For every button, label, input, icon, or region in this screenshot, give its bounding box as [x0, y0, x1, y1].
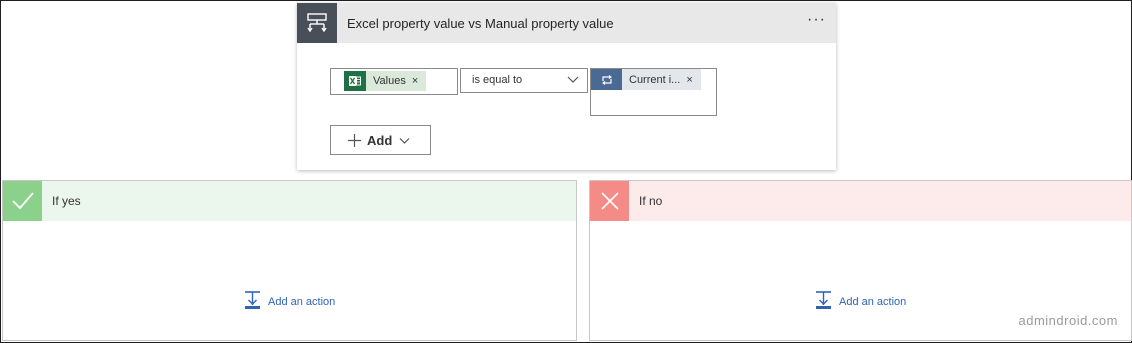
watermark: admindroid.com	[1018, 313, 1118, 328]
values-token-label: Values	[373, 75, 406, 87]
add-condition-button[interactable]: Add	[330, 125, 431, 155]
excel-icon	[344, 71, 366, 91]
more-options-button[interactable]: ···	[807, 11, 826, 29]
condition-row: Values × is equal to Current i... ×	[330, 68, 720, 128]
remove-current-item-token-button[interactable]: ×	[686, 74, 700, 86]
values-token[interactable]: Values ×	[344, 71, 427, 91]
condition-header[interactable]: Excel property value vs Manual property …	[297, 3, 836, 43]
left-operand-field[interactable]: Values ×	[330, 68, 458, 95]
remove-values-token-button[interactable]: ×	[412, 75, 426, 87]
if-yes-branch: If yes Add an action	[2, 180, 577, 341]
if-yes-header[interactable]: If yes	[3, 181, 576, 221]
operator-selected-value: is equal to	[472, 74, 523, 86]
right-operand-field[interactable]: Current i... ×	[590, 68, 717, 116]
condition-title: Excel property value vs Manual property …	[347, 15, 614, 31]
chevron-down-icon	[567, 73, 579, 88]
add-condition-label: Add	[367, 132, 393, 148]
checkmark-icon	[3, 181, 42, 221]
current-item-token-label: Current i...	[629, 73, 681, 86]
chevron-down-icon	[399, 135, 410, 146]
if-yes-label: If yes	[52, 194, 81, 208]
add-action-icon	[243, 291, 262, 313]
current-item-token[interactable]: Current i... ×	[591, 69, 701, 90]
add-action-yes-label: Add an action	[268, 296, 336, 308]
condition-icon	[297, 3, 337, 43]
add-action-no-label: Add an action	[839, 296, 907, 308]
close-icon	[590, 181, 629, 221]
add-action-icon	[814, 291, 833, 313]
add-action-yes-button[interactable]: Add an action	[243, 291, 335, 313]
if-no-header[interactable]: If no	[590, 181, 1131, 221]
loop-icon	[591, 69, 622, 90]
condition-card: Excel property value vs Manual property …	[297, 3, 836, 170]
add-action-no-button[interactable]: Add an action	[814, 291, 906, 313]
operator-dropdown[interactable]: is equal to	[460, 68, 588, 93]
if-no-label: If no	[639, 194, 663, 208]
plus-icon	[348, 133, 361, 147]
